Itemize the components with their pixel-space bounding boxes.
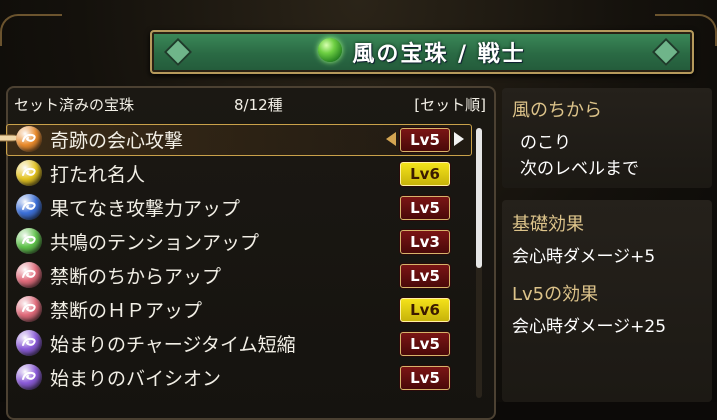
orb-name: 共鳴のテンションアップ	[50, 231, 260, 254]
effect-panel: 基礎効果 会心時ダメージ+5 Lv5の効果 会心時ダメージ+25	[502, 200, 712, 402]
orb-row[interactable]: 禁断のＨＰアップ Lv6	[10, 292, 480, 326]
orb-name: 打たれ名人	[50, 163, 146, 186]
level-effect-value: 会心時ダメージ+25	[512, 317, 667, 337]
remaining-label: のこり	[520, 133, 571, 153]
level-badge: Lv5	[400, 196, 450, 220]
corner-ornament-left	[0, 14, 62, 46]
page-title: 風の宝珠 / 戦士	[352, 42, 526, 67]
scrollbar-thumb[interactable]	[476, 128, 482, 268]
diamond-ornament-icon	[651, 37, 681, 67]
orb-gem-icon	[16, 364, 42, 390]
orb-name: 禁断のちからアップ	[50, 265, 222, 288]
orb-list: 奇跡の会心攻撃 Lv5 打たれ名人 Lv6 果てなき攻撃力アップ Lv5 共鳴のテンションア…	[0, 122, 480, 394]
orb-name: 禁断のＨＰアップ	[50, 299, 203, 322]
level-badge: Lv6	[400, 162, 450, 186]
element-power-title: 風のちから	[512, 100, 602, 121]
orb-gem-icon	[16, 126, 42, 152]
orb-name: 奇跡の会心攻撃	[50, 129, 184, 152]
level-badge: Lv5	[400, 332, 450, 356]
orb-gem-icon	[16, 194, 42, 220]
orb-row[interactable]: 奇跡の会心攻撃 Lv5	[0, 122, 480, 156]
orb-name: 始まりのバイシオン	[50, 367, 222, 390]
orb-row[interactable]: 始まりのチャージタイム短縮 Lv5	[10, 326, 480, 360]
list-header: セット済みの宝珠 8/12種 [セット順]	[14, 94, 486, 118]
orb-gem-icon	[16, 228, 42, 254]
orb-count: 8/12種	[234, 96, 283, 114]
sort-button[interactable]: [セット順]	[414, 94, 486, 115]
list-header-title: セット済みの宝珠	[14, 96, 135, 114]
title-banner: 風の宝珠 / 戦士	[150, 30, 694, 74]
level-badge: Lv5	[400, 264, 450, 288]
orb-row[interactable]: 打たれ名人 Lv6	[10, 156, 480, 190]
diamond-ornament-icon	[163, 37, 193, 67]
orb-row[interactable]: 禁断のちからアップ Lv5	[10, 258, 480, 292]
orb-row[interactable]: 果てなき攻撃力アップ Lv5	[10, 190, 480, 224]
orb-gem-icon	[16, 160, 42, 186]
next-level-label: 次のレベルまで	[520, 159, 639, 179]
level-badge: Lv5	[400, 128, 450, 152]
level-effect-title: Lv5の効果	[512, 284, 599, 305]
base-effect-value: 会心時ダメージ+5	[512, 247, 656, 267]
level-increase-arrow-icon[interactable]	[454, 132, 464, 146]
level-badge: Lv5	[400, 366, 450, 390]
orb-gem-icon	[16, 296, 42, 322]
orb-gem-icon	[16, 330, 42, 356]
orb-row[interactable]: 共鳴のテンションアップ Lv3	[10, 224, 480, 258]
orb-name: 始まりのチャージタイム短縮	[50, 333, 296, 356]
base-effect-title: 基礎効果	[512, 214, 584, 235]
level-badge: Lv6	[400, 298, 450, 322]
orb-gem-icon	[16, 262, 42, 288]
element-power-panel: 風のちから のこり 次のレベルまで	[502, 88, 712, 188]
wind-orb-icon	[318, 38, 343, 62]
orb-name: 果てなき攻撃力アップ	[50, 197, 241, 220]
level-badge: Lv3	[400, 230, 450, 254]
scrollbar[interactable]	[476, 128, 482, 398]
level-decrease-arrow-icon[interactable]	[386, 132, 396, 146]
orb-row[interactable]: 始まりのバイシオン Lv5	[10, 360, 480, 394]
